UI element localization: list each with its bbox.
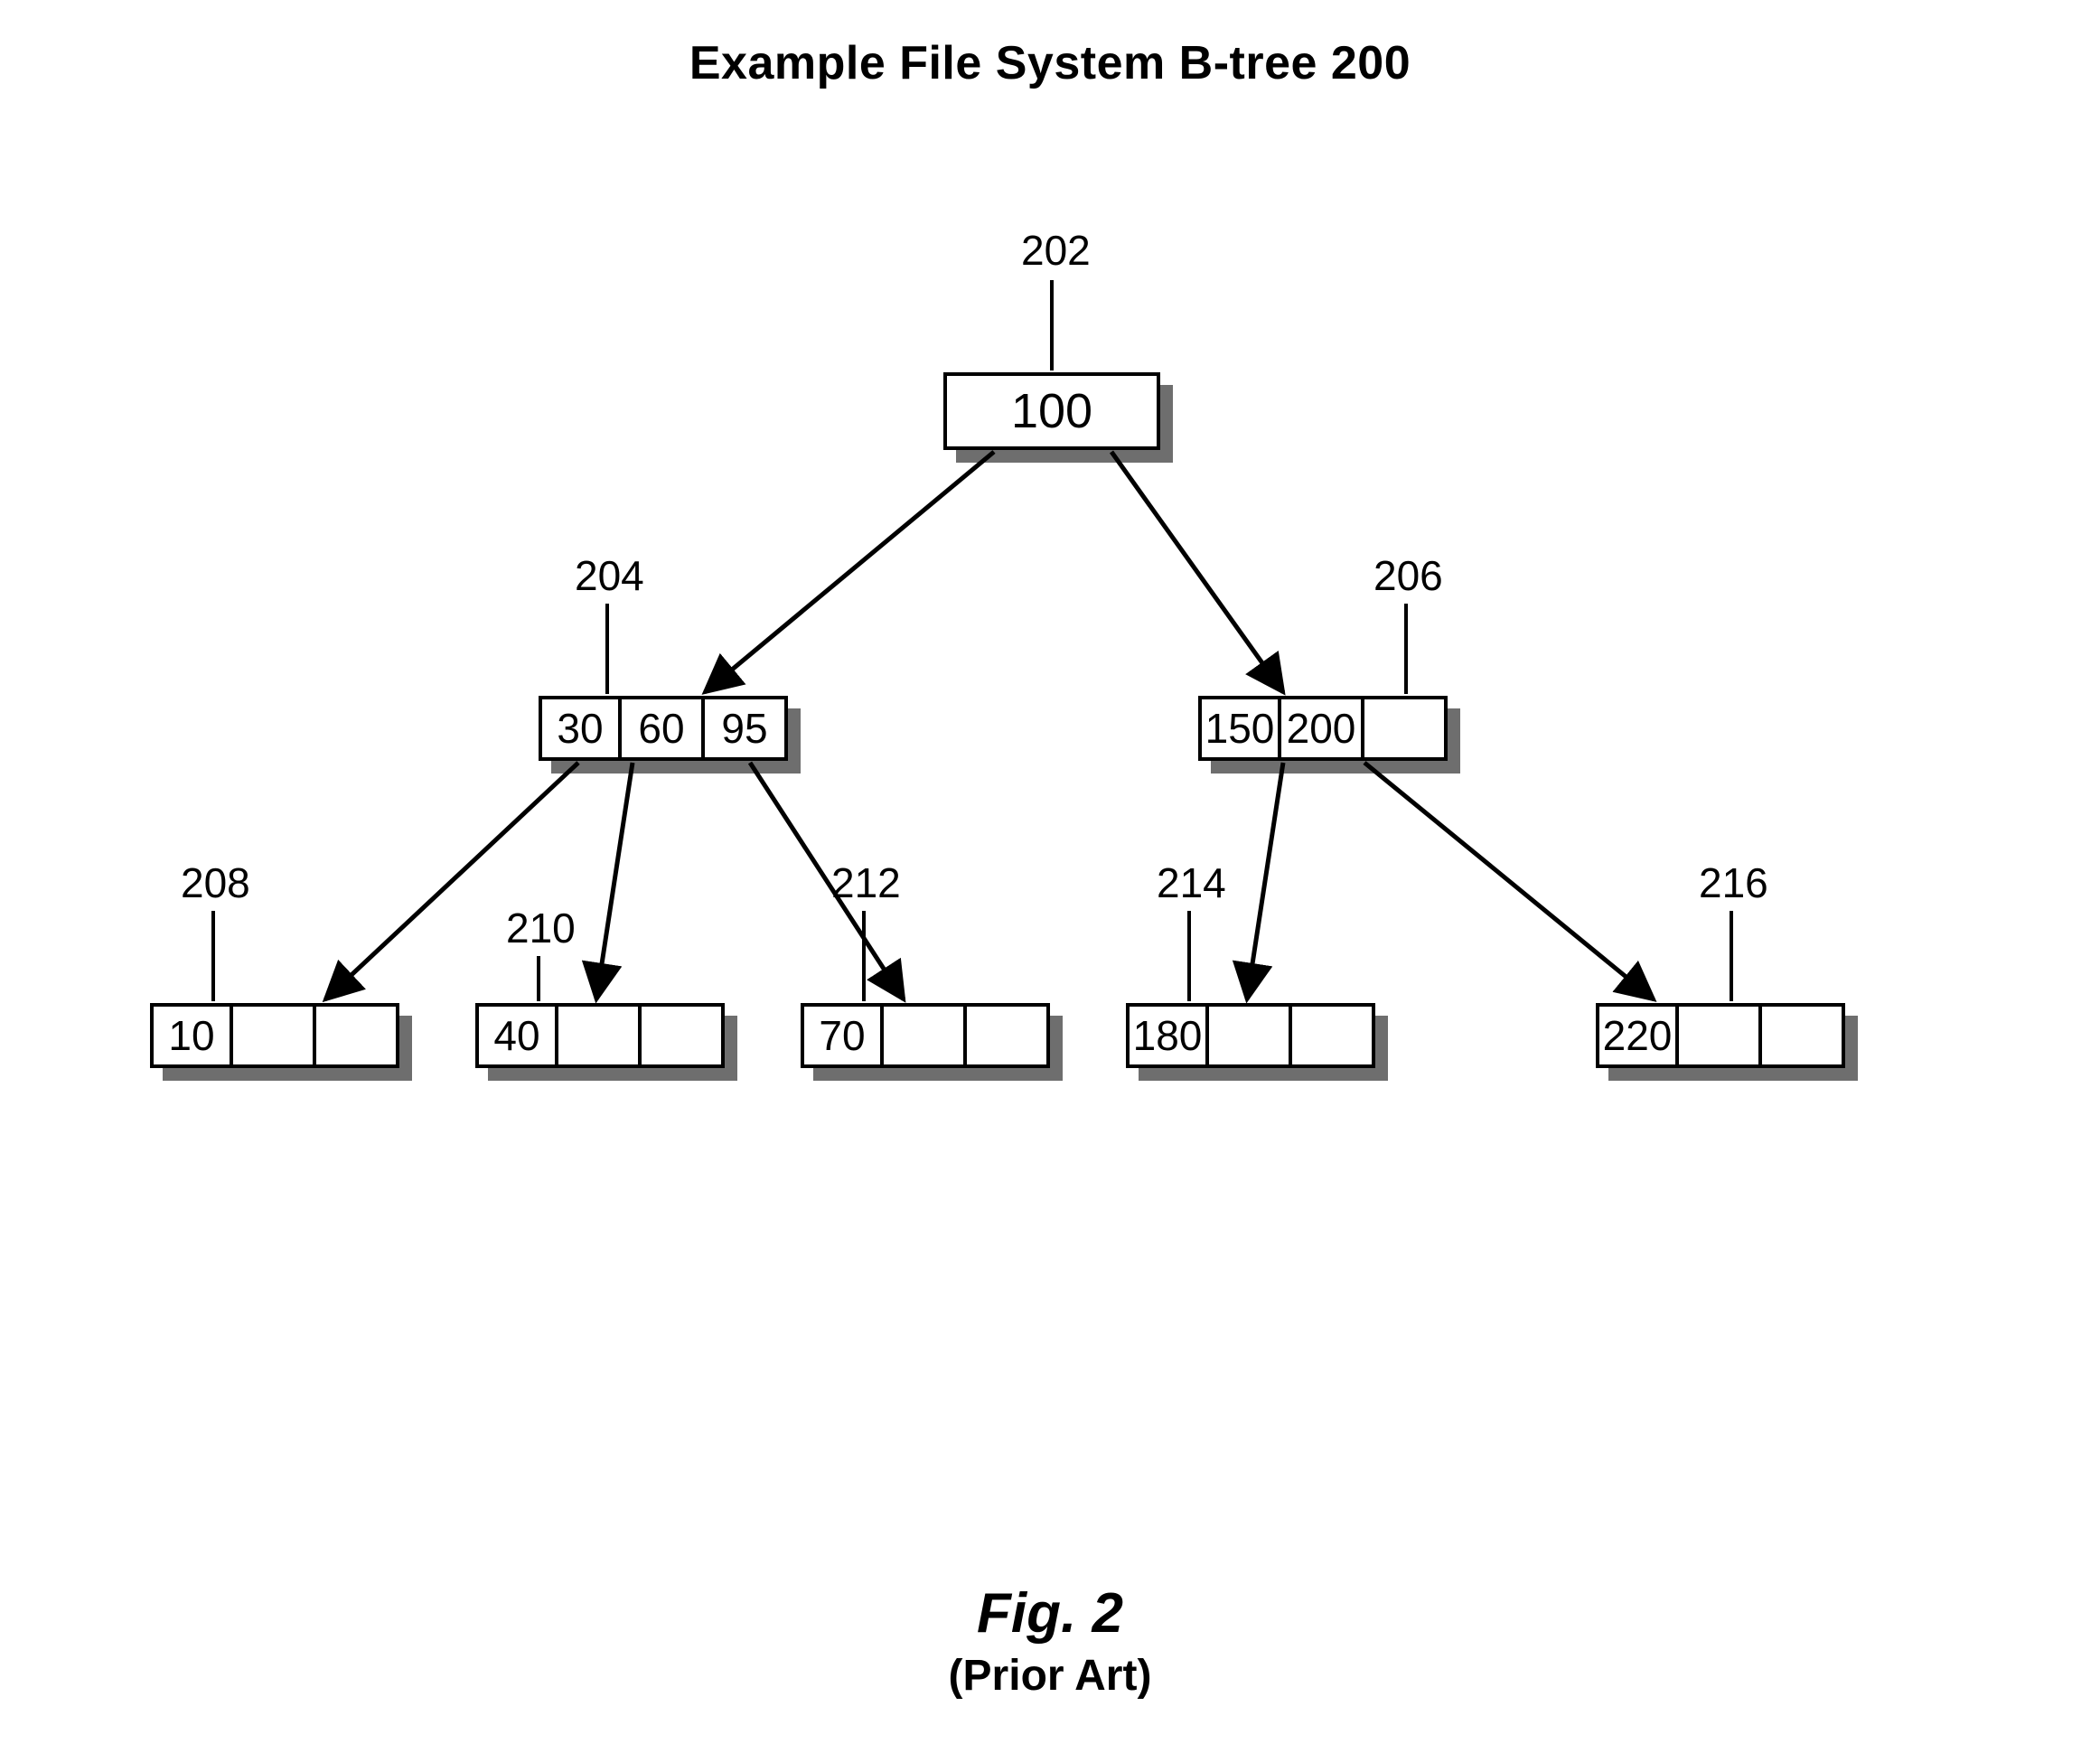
node-mid-right-cell-0: 150 (1198, 696, 1281, 761)
ref-label-214: 214 (1157, 858, 1226, 907)
node-leaf-e-cell-2 (1762, 1003, 1845, 1068)
node-mid-right: 150 200 (1198, 696, 1448, 761)
node-leaf-d-cell-1 (1209, 1003, 1292, 1068)
ref-label-202: 202 (1021, 226, 1091, 275)
node-mid-left: 30 60 95 (539, 696, 788, 761)
diagram-title: Example File System B-tree 200 (0, 36, 2100, 90)
node-leaf-c-cell-0: 70 (801, 1003, 884, 1068)
node-leaf-a-cell-1 (233, 1003, 316, 1068)
node-leaf-e-cell-0: 220 (1596, 1003, 1679, 1068)
node-root-cell-0: 100 (943, 372, 1160, 450)
ref-tick-204 (605, 604, 609, 694)
node-mid-left-cell-1: 60 (622, 696, 705, 761)
node-leaf-c: 70 (801, 1003, 1050, 1068)
ref-tick-202 (1050, 280, 1054, 370)
node-leaf-b: 40 (475, 1003, 725, 1068)
ref-tick-210 (537, 956, 540, 1001)
figure-number: Fig. 2 (0, 1581, 2100, 1646)
node-leaf-b-cell-1 (558, 1003, 642, 1068)
ref-label-210: 210 (506, 904, 576, 952)
node-mid-right-cell-1: 200 (1281, 696, 1364, 761)
node-leaf-a-cell-0: 10 (150, 1003, 233, 1068)
node-leaf-a: 10 (150, 1003, 399, 1068)
node-leaf-b-cell-0: 40 (475, 1003, 558, 1068)
node-leaf-c-cell-2 (967, 1003, 1050, 1068)
node-leaf-b-cell-2 (642, 1003, 725, 1068)
figure-caption: Fig. 2 (Prior Art) (0, 1581, 2100, 1701)
node-leaf-a-cell-2 (316, 1003, 399, 1068)
ref-tick-214 (1187, 911, 1191, 1001)
node-mid-right-cell-2 (1364, 696, 1448, 761)
node-leaf-e-cell-1 (1679, 1003, 1762, 1068)
ref-label-212: 212 (831, 858, 901, 907)
node-mid-left-cell-0: 30 (539, 696, 622, 761)
figure-subtitle: (Prior Art) (0, 1651, 2100, 1701)
node-leaf-e: 220 (1596, 1003, 1845, 1068)
ref-tick-216 (1730, 911, 1733, 1001)
ref-tick-212 (862, 911, 866, 1001)
node-leaf-d-cell-2 (1292, 1003, 1375, 1068)
node-root: 100 (943, 372, 1160, 450)
ref-label-206: 206 (1373, 551, 1443, 600)
ref-label-216: 216 (1699, 858, 1768, 907)
node-leaf-d-cell-0: 180 (1126, 1003, 1209, 1068)
node-mid-left-cell-2: 95 (705, 696, 788, 761)
ref-tick-206 (1404, 604, 1408, 694)
node-leaf-d: 180 (1126, 1003, 1375, 1068)
ref-tick-208 (211, 911, 215, 1001)
ref-label-208: 208 (181, 858, 250, 907)
node-leaf-c-cell-1 (884, 1003, 967, 1068)
diagram-stage: Example File System B-tree 200 202 100 2… (0, 0, 2100, 1744)
ref-label-204: 204 (575, 551, 644, 600)
